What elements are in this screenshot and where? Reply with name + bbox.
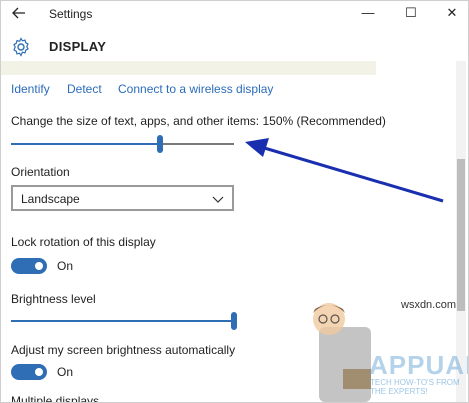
lock-rotation-label: Lock rotation of this display — [11, 235, 156, 249]
scale-label: Change the size of text, apps, and other… — [11, 114, 386, 128]
lock-rotation-toggle[interactable] — [11, 258, 47, 274]
toggle-knob — [35, 368, 43, 376]
title-bar: Settings — ☐ ✕ — [1, 1, 468, 27]
auto-brightness-state: On — [57, 365, 74, 379]
connect-wireless-display-link[interactable]: Connect to a wireless display — [118, 82, 273, 96]
multiple-displays-heading: Multiple displays — [11, 394, 100, 403]
settings-window: Settings — ☐ ✕ DISPLAY Identify Detect C… — [0, 0, 469, 403]
back-arrow-icon[interactable] — [11, 5, 27, 21]
brightness-slider-fill — [11, 320, 234, 322]
chevron-down-icon — [212, 192, 224, 204]
close-button[interactable]: ✕ — [445, 6, 459, 20]
gear-icon — [11, 37, 31, 57]
monitor-preview-area — [1, 61, 376, 75]
scrollbar-thumb[interactable] — [457, 159, 465, 311]
watermark-tagline: TECH HOW-TO'S FROM THE EXPERTS! — [370, 378, 460, 396]
scale-slider-fill — [11, 143, 161, 145]
toggle-knob — [35, 262, 43, 270]
window-title: Settings — [49, 7, 93, 21]
maximize-button[interactable]: ☐ — [404, 6, 418, 20]
scale-slider-thumb[interactable] — [157, 135, 164, 153]
brightness-label: Brightness level — [11, 292, 96, 306]
auto-brightness-toggle[interactable] — [11, 364, 47, 380]
identify-link[interactable]: Identify — [11, 82, 50, 96]
brightness-slider-thumb[interactable] — [231, 312, 237, 330]
watermark-site: wsxdn.com — [401, 299, 457, 311]
watermark-brand: APPUALS — [369, 350, 468, 380]
orientation-selected-value: Landscape — [21, 192, 80, 206]
orientation-dropdown[interactable]: Landscape — [11, 185, 234, 211]
auto-brightness-label: Adjust my screen brightness automaticall… — [11, 343, 236, 357]
orientation-label: Orientation — [11, 165, 70, 179]
page-title: DISPLAY — [49, 39, 107, 54]
lock-rotation-state: On — [57, 259, 74, 273]
minimize-button[interactable]: — — [361, 6, 375, 20]
detect-link[interactable]: Detect — [67, 82, 102, 96]
